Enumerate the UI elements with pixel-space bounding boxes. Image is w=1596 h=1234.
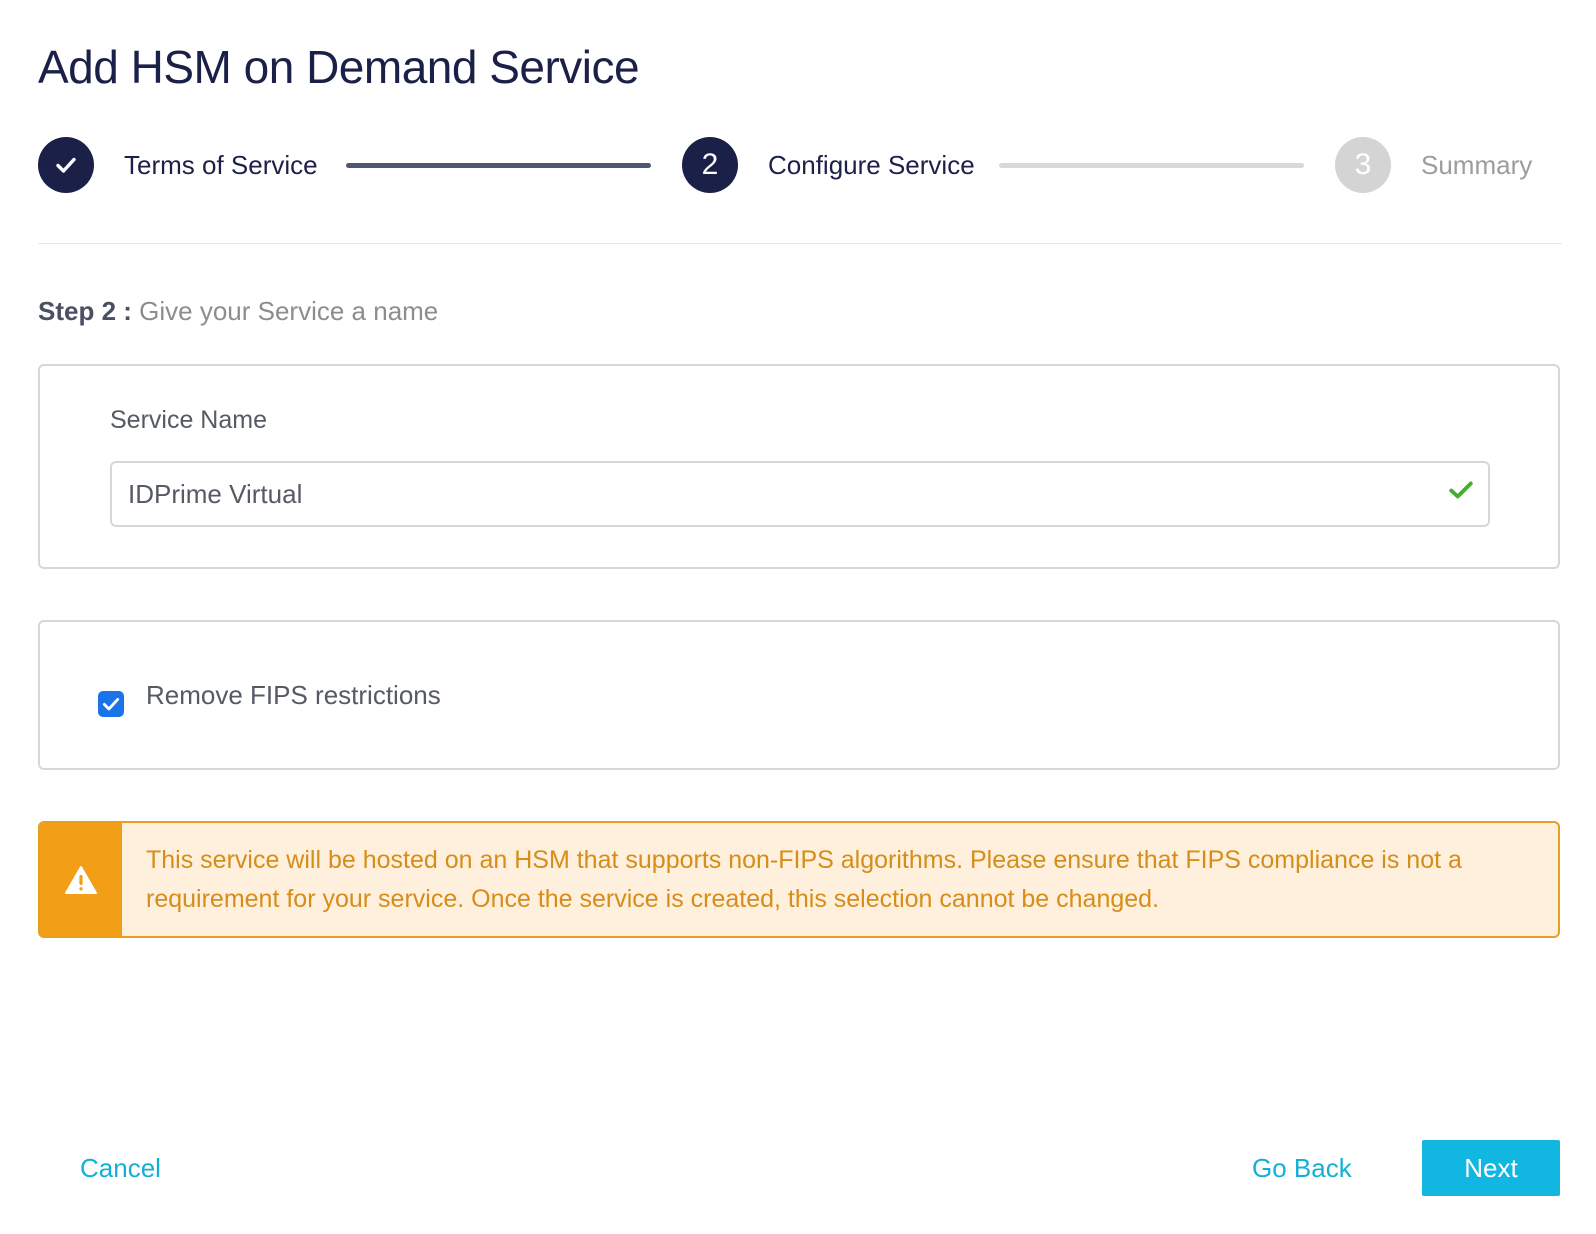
step-2-current: 2 [682, 137, 738, 193]
warning-icon [65, 865, 97, 894]
step-heading-separator: : [116, 296, 140, 326]
check-icon [1449, 481, 1473, 499]
alert-message: This service will be hosted on an HSM th… [146, 846, 1462, 913]
step-heading-text: Give your Service a name [139, 296, 439, 326]
go-back-button[interactable]: Go Back [1252, 1140, 1352, 1196]
check-icon [56, 157, 76, 173]
checkmark-icon [102, 698, 120, 711]
service-name-input[interactable] [112, 463, 1428, 525]
alert-icon-panel [40, 823, 122, 936]
next-button[interactable]: Next [1422, 1140, 1560, 1196]
step-1-complete [38, 137, 94, 193]
step-connector-1 [346, 163, 651, 168]
fips-card: Remove FIPS restrictions [38, 620, 1560, 770]
step-connector-2 [999, 163, 1304, 168]
remove-fips-checkbox[interactable] [98, 691, 124, 717]
stepper: Terms of Service 2 Configure Service 3 S… [38, 137, 1562, 193]
step-2-label: Configure Service [768, 150, 975, 180]
header-divider [38, 243, 1562, 244]
step-heading: Step 2 : Give your Service a name [38, 296, 438, 327]
page-title: Add HSM on Demand Service [38, 41, 640, 93]
service-name-label: Service Name [110, 406, 267, 434]
remove-fips-label[interactable]: Remove FIPS restrictions [146, 680, 441, 711]
step-3-label: Summary [1421, 150, 1533, 180]
step-heading-prefix: Step 2 [38, 296, 117, 326]
fips-warning-alert: This service will be hosted on an HSM th… [38, 821, 1560, 938]
cancel-button[interactable]: Cancel [80, 1140, 161, 1196]
service-name-card: Service Name [38, 364, 1560, 569]
step-3-pending: 3 [1335, 137, 1391, 193]
step-1-label: Terms of Service [124, 150, 318, 180]
service-name-field [110, 461, 1490, 527]
